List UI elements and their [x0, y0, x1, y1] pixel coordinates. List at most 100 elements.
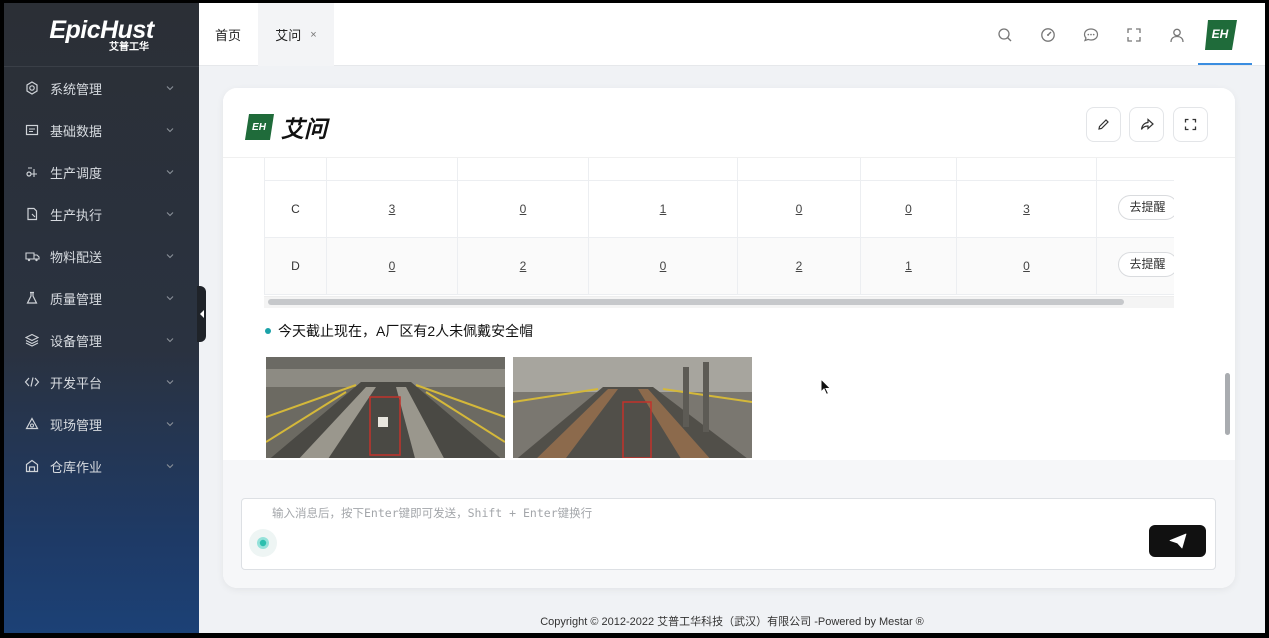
tab-label: 艾问 — [275, 28, 302, 43]
row-label: C — [264, 179, 327, 238]
site-icon — [24, 416, 40, 432]
send-button[interactable] — [1149, 525, 1206, 557]
warehouse-icon — [24, 458, 40, 474]
edit-button[interactable] — [1086, 107, 1121, 142]
chat-header: EH 艾问 — [223, 88, 1235, 158]
sidebar-item-label: 生产调度 — [50, 165, 103, 181]
send-icon — [1169, 533, 1186, 549]
flask-icon — [24, 290, 40, 306]
row-label: D — [264, 236, 327, 295]
chevron-down-icon — [166, 380, 174, 385]
plugin-icon — [257, 537, 269, 549]
table-cell-link[interactable]: 0 — [860, 179, 957, 238]
camera-image[interactable] — [513, 357, 752, 458]
share-icon — [1140, 118, 1154, 130]
message-input-box[interactable] — [241, 498, 1216, 570]
message-icon[interactable] — [1082, 26, 1100, 44]
top-bar: 首页 艾问 × EH — [199, 3, 1265, 66]
table-cell-link[interactable]: 0 — [737, 179, 861, 238]
document-icon — [24, 206, 40, 222]
fullscreen-icon[interactable] — [1125, 26, 1143, 44]
search-icon[interactable] — [996, 26, 1014, 44]
data-table: C 3 0 1 0 0 3 去提醒 D 0 2 0 2 1 0 去提醒 — [264, 158, 1174, 308]
sidebar-item-label: 仓库作业 — [50, 459, 103, 475]
chevron-down-icon — [166, 86, 174, 91]
horizontal-scrollbar[interactable] — [264, 296, 1174, 308]
table-cell-link[interactable]: 1 — [860, 236, 957, 295]
table-cell-link[interactable]: 1 — [588, 179, 738, 238]
app-logo[interactable]: EpicHust 艾普工华 — [4, 3, 199, 67]
table-row — [264, 158, 1174, 181]
tab-aiwen[interactable]: 艾问 × — [258, 3, 334, 66]
sidebar-item-label: 现场管理 — [50, 417, 103, 433]
table-cell-link[interactable]: 0 — [956, 236, 1097, 295]
logo-text: EpicHust — [49, 15, 154, 44]
mouse-cursor-icon — [820, 378, 832, 396]
remind-button[interactable]: 去提醒 — [1117, 251, 1174, 277]
table-row: D 0 2 0 2 1 0 去提醒 — [264, 236, 1174, 295]
active-indicator — [1198, 63, 1252, 65]
sidebar-item-dev-platform[interactable]: 开发平台 — [4, 361, 199, 403]
table-cell-link[interactable]: 2 — [737, 236, 861, 295]
code-icon — [24, 374, 40, 390]
sidebar-item-label: 开发平台 — [50, 375, 103, 391]
sidebar-item-distribution[interactable]: 物料配送 — [4, 235, 199, 277]
sidebar-item-warehouse[interactable]: 仓库作业 — [4, 445, 199, 487]
expand-icon — [1184, 118, 1197, 131]
share-button[interactable] — [1129, 107, 1164, 142]
chat-logo: EH 艾问 — [245, 110, 327, 144]
sidebar-item-label: 基础数据 — [50, 123, 103, 139]
sidebar-collapse-button[interactable] — [197, 286, 206, 342]
attach-button[interactable] — [249, 529, 277, 557]
expand-button[interactable] — [1173, 107, 1208, 142]
chevron-down-icon — [166, 422, 174, 427]
table-cell-link[interactable]: 3 — [326, 179, 458, 238]
sidebar-item-label: 设备管理 — [50, 333, 103, 349]
app-window: EpicHust 艾普工华 系统管理 基础数据 生产调度 生产执行 物料配送 质… — [4, 3, 1265, 633]
layers-icon — [24, 332, 40, 348]
sidebar-item-label: 系统管理 — [50, 81, 103, 97]
sidebar-item-quality[interactable]: 质量管理 — [4, 277, 199, 319]
table-cell-link[interactable]: 3 — [956, 179, 1097, 238]
table-icon — [24, 122, 40, 138]
camera-image[interactable] — [266, 357, 505, 458]
chat-panel: EH 艾问 C 3 0 1 0 0 3 去提醒 D 0 2 0 2 1 0 去提… — [223, 88, 1235, 588]
sidebar-item-basic-data[interactable]: 基础数据 — [4, 109, 199, 151]
remind-button[interactable]: 去提醒 — [1117, 194, 1174, 220]
table-cell-link[interactable]: 0 — [588, 236, 738, 295]
logo-subtext: 艾普工华 — [109, 41, 149, 53]
tab-close-icon[interactable]: × — [310, 29, 316, 41]
chevron-down-icon — [166, 296, 174, 301]
tab-home[interactable]: 首页 — [199, 3, 257, 66]
chevron-down-icon — [166, 254, 174, 259]
truck-icon — [24, 248, 40, 264]
schedule-icon — [24, 164, 40, 180]
gear-icon — [24, 80, 40, 96]
pencil-icon — [1098, 119, 1109, 130]
table-cell-link[interactable]: 0 — [326, 236, 458, 295]
avatar[interactable]: EH — [1203, 17, 1239, 53]
message-input[interactable] — [272, 505, 1132, 531]
dashboard-icon[interactable] — [1039, 26, 1057, 44]
sidebar-item-label: 质量管理 — [50, 291, 103, 307]
chat-title: 艾问 — [281, 116, 327, 142]
table-cell-link[interactable]: 0 — [457, 179, 589, 238]
eh-logo-icon: EH — [245, 114, 274, 140]
sidebar-item-scheduling[interactable]: 生产调度 — [4, 151, 199, 193]
sidebar-item-system[interactable]: 系统管理 — [4, 67, 199, 109]
chevron-down-icon — [166, 170, 174, 175]
sidebar-item-execution[interactable]: 生产执行 — [4, 193, 199, 235]
table-cell-link[interactable]: 2 — [457, 236, 589, 295]
chevron-down-icon — [166, 212, 174, 217]
table-row: C 3 0 1 0 0 3 去提醒 — [264, 179, 1174, 238]
sidebar-item-site[interactable]: 现场管理 — [4, 403, 199, 445]
message-line: 今天截止现在，A厂区有2人未佩戴安全帽 — [265, 321, 533, 341]
user-icon[interactable] — [1168, 26, 1186, 44]
chevron-down-icon — [166, 464, 174, 469]
sidebar-item-equipment[interactable]: 设备管理 — [4, 319, 199, 361]
scrollbar-thumb[interactable] — [268, 299, 1124, 305]
chat-content: C 3 0 1 0 0 3 去提醒 D 0 2 0 2 1 0 去提醒 今天截止… — [243, 158, 1197, 458]
chevron-down-icon — [166, 338, 174, 343]
vertical-scrollbar[interactable] — [1225, 373, 1230, 435]
footer-copyright: Copyright © 2012-2022 艾普工华科技（武汉）有限公司 -Po… — [540, 616, 924, 628]
